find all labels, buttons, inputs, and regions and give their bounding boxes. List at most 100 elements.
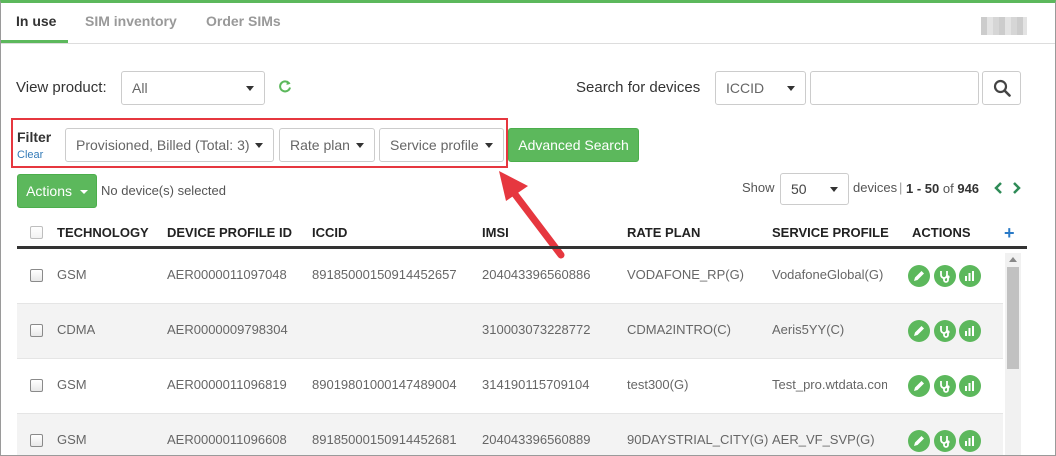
- page-size-value: 50: [791, 181, 807, 197]
- cell-iccid: 89019801000147489004: [312, 377, 457, 392]
- pencil-icon: [914, 436, 924, 446]
- tab-bar: In use SIM inventory Order SIMs: [1, 3, 1055, 44]
- row-checkbox[interactable]: [30, 379, 43, 392]
- bar-chart-icon: [965, 381, 974, 391]
- bar-chart-icon: [965, 326, 974, 336]
- table-scrollbar[interactable]: [1005, 253, 1021, 455]
- scroll-up-icon[interactable]: [1009, 257, 1017, 262]
- cell-technology: CDMA: [57, 322, 96, 337]
- app-frame: In use SIM inventory Order SIMs View pro…: [0, 0, 1056, 456]
- actions-dropdown-button[interactable]: Actions: [17, 174, 97, 208]
- cell-imsi: 204043396560886: [482, 267, 591, 282]
- table-row[interactable]: GSM AER0000011096819 8901980100014748900…: [17, 359, 1003, 414]
- cell-device-profile-id: AER0000011097048: [167, 267, 287, 282]
- cell-iccid: 89185000150914452681: [312, 432, 457, 447]
- pagination-of-label: of: [942, 181, 954, 196]
- edit-device-button[interactable]: [908, 375, 930, 397]
- tab-in-use[interactable]: In use: [16, 13, 56, 29]
- view-product-value: All: [132, 80, 148, 96]
- pagination-total: 946: [957, 181, 980, 196]
- view-product-select[interactable]: All: [121, 71, 265, 105]
- chevron-down-icon: [787, 86, 795, 91]
- cell-technology: GSM: [57, 377, 87, 392]
- cell-device-profile-id: AER0000011096819: [167, 377, 287, 392]
- column-header-service-profile[interactable]: SERVICE PROFILE: [772, 225, 889, 240]
- cell-iccid: 89185000150914452657: [312, 267, 457, 282]
- cell-technology: GSM: [57, 432, 87, 447]
- column-header-rate-plan[interactable]: RATE PLAN: [627, 225, 700, 240]
- usage-chart-button[interactable]: [959, 375, 981, 397]
- view-product-label: View product:: [16, 79, 107, 96]
- chevron-down-icon: [79, 190, 88, 195]
- diagnose-device-button[interactable]: [934, 320, 956, 342]
- cell-device-profile-id: AER0000009798304: [167, 322, 288, 337]
- pencil-icon: [914, 326, 924, 336]
- diagnose-device-button[interactable]: [934, 265, 956, 287]
- show-label: Show: [742, 180, 775, 195]
- row-checkbox[interactable]: [30, 434, 43, 447]
- column-header-iccid[interactable]: ICCID: [312, 225, 347, 240]
- tab-sim-inventory[interactable]: SIM inventory: [85, 13, 177, 29]
- cell-technology: GSM: [57, 267, 87, 282]
- diagnose-device-button[interactable]: [934, 430, 956, 452]
- usage-chart-button[interactable]: [959, 265, 981, 287]
- stethoscope-icon: [940, 381, 950, 393]
- search-input[interactable]: [810, 71, 979, 105]
- cell-rate-plan: 90DAYSTRIAL_CITY(G): [627, 432, 769, 447]
- stethoscope-icon: [940, 436, 950, 448]
- scrollbar-thumb[interactable]: [1007, 267, 1019, 369]
- select-all-checkbox[interactable]: [30, 226, 43, 239]
- search-icon: [993, 79, 1011, 97]
- bar-chart-icon: [965, 271, 974, 281]
- row-checkbox[interactable]: [30, 269, 43, 282]
- row-checkbox[interactable]: [30, 324, 43, 337]
- devices-label: devices: [853, 180, 898, 195]
- chevron-down-icon: [485, 143, 493, 148]
- actions-button-label: Actions: [26, 183, 73, 199]
- column-header-technology[interactable]: TECHNOLOGY: [57, 225, 149, 240]
- search-field-value: ICCID: [726, 80, 765, 96]
- column-header-actions: ACTIONS: [912, 225, 971, 240]
- usage-chart-button[interactable]: [959, 320, 981, 342]
- chevron-down-icon: [356, 143, 364, 148]
- cell-service-profile: Test_pro.wtdata.com: [772, 377, 887, 392]
- cell-rate-plan: test300(G): [627, 377, 689, 392]
- table-row[interactable]: CDMA AER0000009798304 310003073228772 CD…: [17, 304, 1003, 359]
- page-size-select[interactable]: 50: [780, 173, 849, 205]
- user-avatar[interactable]: [981, 17, 1027, 35]
- column-header-imsi[interactable]: IMSI: [482, 225, 509, 240]
- rate-plan-filter-value: Rate plan: [290, 137, 350, 153]
- cell-rate-plan: VODAFONE_RP(G): [627, 267, 745, 282]
- pagination-range: 1 - 50: [906, 181, 940, 196]
- rate-plan-filter-select[interactable]: Rate plan: [279, 128, 375, 162]
- pagination-divider: |: [899, 180, 903, 195]
- refresh-icon[interactable]: [278, 79, 292, 93]
- bar-chart-icon: [965, 436, 974, 446]
- edit-device-button[interactable]: [908, 430, 930, 452]
- next-page-icon[interactable]: [1012, 182, 1022, 194]
- tab-order-sims[interactable]: Order SIMs: [206, 13, 281, 29]
- edit-device-button[interactable]: [908, 265, 930, 287]
- filter-clear-link[interactable]: Clear: [17, 149, 43, 161]
- cell-service-profile: AER_VF_SVP(G): [772, 432, 875, 447]
- usage-chart-button[interactable]: [959, 430, 981, 452]
- search-field-select[interactable]: ICCID: [715, 71, 806, 105]
- diagnose-device-button[interactable]: [934, 375, 956, 397]
- selection-status: No device(s) selected: [101, 183, 226, 198]
- edit-device-button[interactable]: [908, 320, 930, 342]
- cell-service-profile: VodafoneGlobal(G): [772, 267, 884, 282]
- active-tab-indicator: [1, 40, 68, 43]
- pagination-summary: 1 - 50 of 946: [906, 181, 979, 196]
- column-header-device-profile-id[interactable]: DEVICE PROFILE ID: [167, 225, 292, 240]
- previous-page-icon[interactable]: [993, 182, 1003, 194]
- filter-title: Filter: [17, 129, 52, 145]
- status-filter-select[interactable]: Provisioned, Billed (Total: 3): [65, 128, 274, 162]
- table-row[interactable]: GSM AER0000011096608 8918500015091445268…: [17, 414, 1003, 455]
- add-column-icon[interactable]: +: [1004, 224, 1015, 242]
- stethoscope-icon: [940, 271, 950, 283]
- cell-device-profile-id: AER0000011096608: [167, 432, 287, 447]
- search-devices-label: Search for devices: [576, 79, 701, 96]
- search-button[interactable]: [982, 71, 1021, 105]
- table-row[interactable]: GSM AER0000011097048 8918500015091445265…: [17, 249, 1003, 304]
- cell-service-profile: Aeris5YY(C): [772, 322, 845, 337]
